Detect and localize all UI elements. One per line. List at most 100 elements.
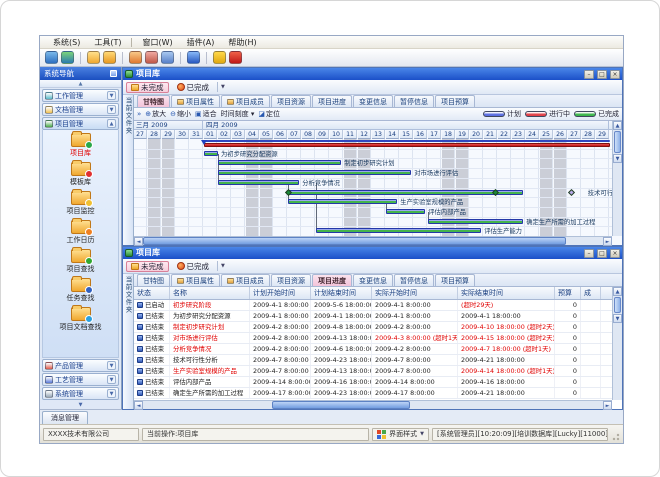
minimize-button[interactable]: – — [584, 70, 594, 79]
sidebar-overflow-button[interactable]: ▼ — [40, 400, 121, 409]
task-bar[interactable] — [428, 219, 523, 224]
filter-dropdown-icon[interactable]: ▼ — [221, 84, 225, 90]
column-header-状态[interactable]: 状态 — [134, 287, 170, 299]
mail-icon[interactable] — [129, 51, 142, 64]
sidebar-item-项目监控[interactable]: 项目监控 — [67, 191, 95, 216]
tab-项目资源[interactable]: 项目资源 — [271, 274, 311, 286]
sidebar-section-系统管理[interactable]: 系统管理▼ — [42, 387, 119, 400]
table-row[interactable]: 已结束分析竞争情况2009-4-2 8:00:002009-4-6 18:00:… — [134, 344, 612, 355]
sidebar-section-产品管理[interactable]: 产品管理▼ — [42, 359, 119, 372]
folder-icon[interactable] — [87, 51, 100, 64]
column-header-计划结束时间[interactable]: 计划结束时间 — [311, 287, 372, 299]
tab-项目资源[interactable]: 项目资源 — [271, 95, 311, 107]
tab-项目预算[interactable]: 项目预算 — [435, 274, 475, 286]
tab-项目属性[interactable]: 项目属性 — [171, 274, 220, 286]
section-toggle-icon[interactable]: ▼ — [107, 389, 116, 398]
task-bar[interactable] — [288, 190, 523, 195]
tab-项目属性[interactable]: 项目属性 — [171, 95, 220, 107]
table-row[interactable]: 已结束评估内部产品2009-4-14 8:00:002009-4-16 18:0… — [134, 377, 612, 388]
menu-item-4[interactable]: 帮助(H) — [221, 37, 263, 48]
table-row[interactable]: 已结束对市场进行评估2009-4-2 8:00:002009-4-13 18:0… — [134, 333, 612, 344]
column-header-实际结束时间[interactable]: 实际结束时间 — [458, 287, 555, 299]
task-bar[interactable] — [288, 199, 397, 204]
scroll-thumb[interactable] — [614, 131, 621, 153]
task-bar[interactable] — [218, 160, 341, 165]
menu-item-1[interactable]: 工具(T) — [87, 37, 128, 48]
sidebar-item-项目查找[interactable]: 项目查找 — [67, 249, 95, 274]
tab-暂停信息[interactable]: 暂停信息 — [394, 274, 434, 286]
sidebar-section-工艺管理[interactable]: 工艺管理▼ — [42, 373, 119, 386]
task-bar[interactable] — [218, 170, 411, 175]
zoom-in-button[interactable]: ⊕放大 — [145, 109, 166, 119]
sidebar-item-工作日历[interactable]: 工作日历 — [67, 220, 95, 245]
fit-button[interactable]: ▣适合 — [195, 109, 217, 119]
tab-甘特图[interactable]: 甘特图 — [137, 95, 170, 107]
sidebar-section-工作管理[interactable]: 工作管理▼ — [42, 89, 119, 102]
chart-icon[interactable] — [161, 51, 174, 64]
resize-grip[interactable] — [611, 428, 620, 441]
filter-button-已完成[interactable]: 已完成 — [172, 261, 215, 272]
folder-open-icon[interactable] — [103, 51, 116, 64]
task-bar[interactable] — [218, 180, 299, 185]
table-row[interactable]: 已结束制定初步研究计划2009-4-2 8:00:002009-4-8 18:0… — [134, 322, 612, 333]
column-header-名称[interactable]: 名称 — [170, 287, 250, 299]
connect-icon[interactable] — [45, 51, 58, 64]
scroll-up-icon[interactable]: ▲ — [613, 287, 622, 296]
filter-button-未完成[interactable]: 未完成 — [126, 82, 169, 93]
sidebar-item-任务查找[interactable]: 任务查找 — [67, 278, 95, 303]
ui-style-selector[interactable]: 界面样式 ▼ — [372, 428, 429, 441]
tab-暂停信息[interactable]: 暂停信息 — [394, 95, 434, 107]
report-icon[interactable] — [145, 51, 158, 64]
section-toggle-icon[interactable]: ▼ — [107, 361, 116, 370]
summary-progress-bar[interactable] — [204, 143, 610, 147]
web-icon[interactable] — [61, 51, 74, 64]
column-header-预算[interactable]: 预算 — [555, 287, 581, 299]
table-row[interactable]: 已启动初步研究阶段2009-4-1 8:00:002009-5-6 18:00:… — [134, 300, 612, 311]
locate-button[interactable]: ◪定位 — [258, 109, 280, 119]
section-toggle-icon[interactable]: ▼ — [107, 105, 116, 114]
scroll-up-icon[interactable]: ▲ — [613, 121, 622, 130]
zoom-out-button[interactable]: ⊖缩小 — [170, 109, 191, 119]
tab-message-management[interactable]: 消息管理 — [42, 411, 88, 424]
pin-icon[interactable] — [110, 70, 117, 77]
scroll-track[interactable] — [143, 401, 603, 410]
current-folder-strip[interactable]: 当前文件夹 — [123, 274, 134, 409]
table-row[interactable]: 已结束确定生产所需的加工过程2009-4-17 8:00:002009-4-23… — [134, 388, 612, 399]
exit-icon[interactable] — [229, 51, 242, 64]
section-toggle-icon[interactable]: ▼ — [107, 91, 116, 100]
scroll-left-icon[interactable]: ◄ — [134, 401, 143, 410]
scroll-down-icon[interactable]: ▼ — [613, 314, 622, 323]
column-header-成[interactable]: 成 — [581, 287, 601, 299]
maximize-button[interactable]: □ — [597, 70, 607, 79]
vertical-scrollbar[interactable]: ▲▼ — [612, 287, 622, 400]
menu-item-0[interactable]: 系统(S) — [46, 37, 87, 48]
scroll-thumb[interactable] — [272, 401, 410, 409]
tab-项目成员[interactable]: 项目成员 — [221, 95, 270, 107]
tab-甘特图[interactable]: 甘特图 — [137, 274, 170, 286]
sidebar-item-模板库[interactable]: 模板库 — [70, 162, 91, 187]
scroll-right-icon[interactable]: ► — [603, 401, 612, 410]
tab-变更信息[interactable]: 变更信息 — [353, 95, 393, 107]
filter-button-未完成[interactable]: 未完成 — [126, 261, 169, 272]
menu-item-3[interactable]: 插件(A) — [180, 37, 222, 48]
horizontal-scrollbar[interactable]: ◄► — [134, 236, 612, 245]
maximize-button[interactable]: □ — [597, 249, 607, 258]
more-button[interactable]: » — [137, 110, 141, 118]
close-button[interactable]: × — [610, 249, 620, 258]
task-bar[interactable] — [204, 151, 218, 156]
current-folder-strip[interactable]: 当前文件夹 — [123, 95, 134, 245]
lock-icon[interactable] — [213, 51, 226, 64]
section-toggle-icon[interactable]: ▼ — [107, 375, 116, 384]
menu-item-2[interactable]: 窗口(W) — [135, 37, 179, 48]
task-bar[interactable] — [316, 228, 481, 233]
close-button[interactable]: × — [610, 70, 620, 79]
table-row[interactable]: 已结束技术可行性分析2009-4-7 8:00:002009-4-23 18:0… — [134, 355, 612, 366]
scroll-track[interactable] — [143, 237, 603, 246]
section-toggle-icon[interactable]: ▲ — [107, 119, 116, 128]
task-bar[interactable] — [386, 209, 425, 214]
tab-项目进度[interactable]: 项目进度 — [312, 95, 352, 107]
scroll-down-icon[interactable]: ▼ — [613, 154, 622, 163]
sidebar-section-文档管理[interactable]: 文档管理▼ — [42, 103, 119, 116]
vertical-scrollbar[interactable]: ▲▼ — [612, 121, 622, 236]
tab-项目成员[interactable]: 项目成员 — [221, 274, 270, 286]
